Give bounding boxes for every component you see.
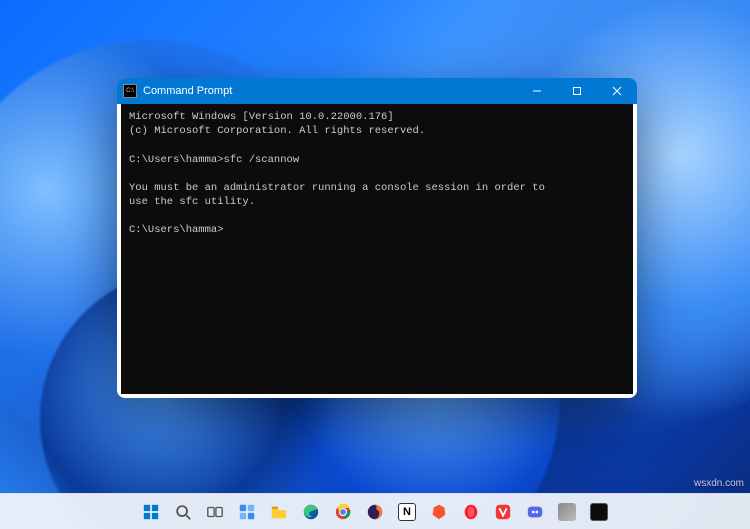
window-title: Command Prompt <box>143 85 232 97</box>
terminal-output[interactable]: Microsoft Windows [Version 10.0.22000.17… <box>121 104 633 394</box>
start-button[interactable] <box>138 499 164 525</box>
watermark: wsxdn.com <box>694 478 744 489</box>
taskbar[interactable]: N <box>0 493 750 529</box>
minimize-button[interactable] <box>517 78 557 104</box>
close-button[interactable] <box>597 78 637 104</box>
window-controls <box>517 78 637 104</box>
brave-browser[interactable] <box>426 499 452 525</box>
task-view-button[interactable] <box>202 499 228 525</box>
search-button[interactable] <box>170 499 196 525</box>
command-prompt-window[interactable]: Command Prompt Microsoft Windows [Versio… <box>117 78 637 398</box>
vivaldi-browser[interactable] <box>490 499 516 525</box>
edge-browser[interactable] <box>298 499 324 525</box>
desktop: Command Prompt Microsoft Windows [Versio… <box>0 0 750 529</box>
opera-browser[interactable] <box>458 499 484 525</box>
notion-app[interactable]: N <box>394 499 420 525</box>
titlebar[interactable]: Command Prompt <box>117 78 637 104</box>
chrome-browser[interactable] <box>330 499 356 525</box>
discord-app[interactable] <box>522 499 548 525</box>
command-prompt-task[interactable] <box>586 499 612 525</box>
file-explorer[interactable] <box>266 499 292 525</box>
firefox-browser[interactable] <box>362 499 388 525</box>
cmd-icon <box>123 84 137 98</box>
app-icon-14[interactable] <box>554 499 580 525</box>
widgets-button[interactable] <box>234 499 260 525</box>
maximize-button[interactable] <box>557 78 597 104</box>
